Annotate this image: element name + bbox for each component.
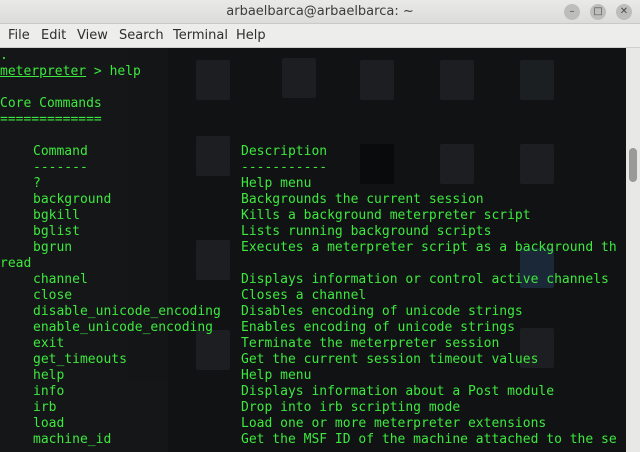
menu-search[interactable]: Search [119, 24, 164, 48]
rule-command: ------- [33, 160, 88, 175]
command-description: Get the MSF ID of the machine attached t… [241, 432, 617, 447]
wrapped-line: read [0, 256, 32, 271]
command-name: irb [33, 400, 57, 415]
command-name: disable_unicode_encoding [33, 304, 221, 319]
scrollbar-thumb[interactable] [629, 148, 637, 182]
prompt-name: meterpreter [0, 64, 87, 79]
section-title: Core Commands [0, 96, 102, 111]
menu-edit[interactable]: Edit [41, 24, 66, 48]
command-description: Lists running background scripts [241, 224, 492, 239]
command-description: Get the current session timeout values [241, 352, 539, 367]
header-command: Command [33, 144, 88, 159]
command-name: help [33, 368, 65, 383]
close-icon[interactable]: ✕ [616, 4, 632, 20]
scrollbar-track[interactable] [626, 48, 640, 452]
command-name: close [33, 288, 73, 303]
command-description: Terminate the meterpreter session [241, 336, 500, 351]
menu-terminal[interactable]: Terminal [173, 24, 228, 48]
command-name: load [33, 416, 65, 431]
command-name: machine_id [33, 432, 112, 447]
window-titlebar: arbaelbarca@arbaelbarca: ~ – □ ✕ [0, 0, 640, 24]
command-name: channel [33, 272, 88, 287]
terminal-output[interactable]: . meterpreter > help Core Commands =====… [0, 48, 626, 452]
command-name: exit [33, 336, 65, 351]
command-description: Kills a background meterpreter script [241, 208, 531, 223]
command-description: Backgrounds the current session [241, 192, 484, 207]
section-rule: ============= [0, 112, 102, 127]
menu-help[interactable]: Help [236, 24, 266, 48]
command-description: Disables encoding of unicode strings [241, 304, 523, 319]
menu-file[interactable]: File [8, 24, 30, 48]
window-title: arbaelbarca@arbaelbarca: ~ [226, 4, 414, 19]
command-description: Displays information or control active c… [241, 272, 609, 287]
maximize-icon[interactable]: □ [590, 4, 606, 20]
minimize-icon[interactable]: – [564, 4, 580, 20]
command-description: Load one or more meterpreter extensions [241, 416, 547, 431]
command-description: Executes a meterpreter script as a backg… [241, 240, 617, 255]
command-name: bgrun [33, 240, 73, 255]
command-name: bgkill [33, 208, 80, 223]
command-description: Help menu [241, 176, 312, 191]
prompt-line: meterpreter > help [0, 64, 141, 80]
command-description: Closes a channel [241, 288, 367, 303]
command-name: get_timeouts [33, 352, 127, 367]
menu-bar: File Edit View Search Terminal Help [0, 24, 640, 48]
header-description: Description [241, 144, 328, 159]
menu-view[interactable]: View [77, 24, 108, 48]
prompt-input: > help [86, 64, 141, 79]
command-name: bglist [33, 224, 80, 239]
terminal-dot: . [0, 48, 8, 63]
command-description: Displays information about a Post module [241, 384, 555, 399]
command-description: Enables encoding of unicode strings [241, 320, 515, 335]
rule-description: ----------- [241, 160, 328, 175]
command-name: background [33, 192, 112, 207]
command-name: ? [33, 176, 41, 191]
command-description: Help menu [241, 368, 312, 383]
command-name: enable_unicode_encoding [33, 320, 214, 335]
command-name: info [33, 384, 65, 399]
command-description: Drop into irb scripting mode [241, 400, 461, 415]
